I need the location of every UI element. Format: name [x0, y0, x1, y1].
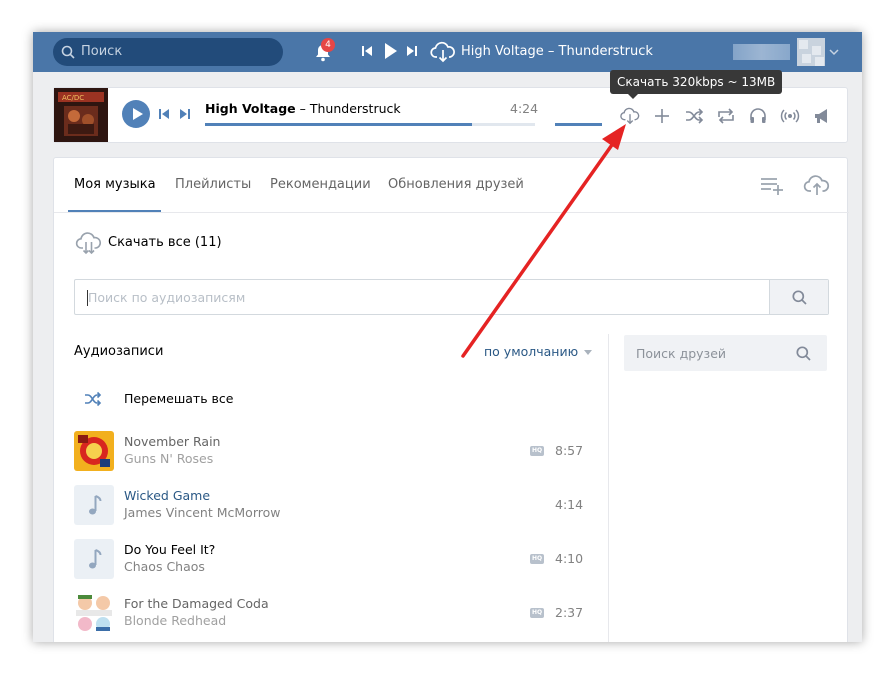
chevron-down-icon	[584, 350, 593, 355]
cloud-download-icon[interactable]	[620, 106, 640, 126]
tab-friends-updates[interactable]: Обновления друзей	[388, 177, 524, 192]
track-row[interactable]: For the Damaged Coda Blonde Redhead HQ 2…	[74, 593, 589, 642]
sort-dropdown[interactable]: по умолчанию	[484, 344, 593, 359]
hq-badge: HQ	[530, 446, 544, 456]
column-divider	[608, 334, 609, 642]
volume-slider[interactable]	[555, 123, 602, 126]
previous-track-icon[interactable]	[159, 108, 170, 120]
cloud-download-icon[interactable]	[430, 41, 456, 63]
track-duration: 8:57	[555, 443, 584, 458]
cloud-upload-icon[interactable]	[803, 174, 831, 196]
music-panel: Моя музыка Плейлисты Рекомендации Обновл…	[53, 157, 849, 642]
track-duration: 2:37	[555, 605, 584, 620]
tab-recommendations[interactable]: Рекомендации	[270, 177, 371, 192]
track-row[interactable]: Wicked Game James Vincent McMorrow 4:14	[74, 485, 589, 535]
track-cover	[74, 431, 114, 471]
player-time: 4:24	[510, 101, 539, 116]
shuffle-icon[interactable]	[84, 391, 102, 407]
track-duration: 4:14	[555, 497, 584, 512]
track-artist[interactable]: Chaos Chaos	[124, 559, 205, 574]
cloud-download-icon[interactable]	[75, 231, 103, 255]
next-track-icon[interactable]	[179, 108, 190, 120]
track-title: Wicked Game	[124, 488, 211, 503]
search-icon	[61, 45, 75, 59]
track-duration: 4:10	[555, 551, 584, 566]
hq-badge: HQ	[530, 554, 544, 564]
play-button[interactable]	[122, 100, 150, 128]
global-search[interactable]: Поиск	[53, 38, 283, 66]
chevron-down-icon[interactable]	[829, 44, 839, 60]
headphones-icon[interactable]	[748, 106, 768, 126]
play-icon[interactable]	[384, 42, 398, 60]
add-playlist-icon[interactable]	[759, 174, 785, 196]
tab-my-music[interactable]: Моя музыка	[74, 177, 156, 192]
vk-music-window: Поиск 4 High Voltage – Thunderstruck AC/…	[33, 32, 862, 642]
track-title: For the Damaged Coda	[124, 596, 269, 611]
previous-icon[interactable]	[361, 44, 373, 58]
shuffle-icon[interactable]	[684, 106, 704, 126]
user-name[interactable]	[733, 44, 790, 60]
download-all-link[interactable]: Скачать все (11)	[108, 235, 222, 250]
track-row[interactable]: Do You Feel It? Chaos Chaos HQ 4:10	[74, 539, 589, 589]
progress-fill	[205, 123, 473, 126]
music-note-icon	[89, 495, 102, 515]
music-note-icon	[89, 549, 102, 569]
music-tabs: Моя музыка Плейлисты Рекомендации Обновл…	[54, 158, 849, 213]
global-search-placeholder: Поиск	[81, 44, 123, 59]
track-title: November Rain	[124, 434, 221, 449]
broadcast-icon[interactable]	[780, 106, 800, 126]
shuffle-all-link[interactable]: Перемешать все	[124, 391, 234, 406]
audio-search-button[interactable]	[769, 280, 828, 314]
track-artist[interactable]: James Vincent McMorrow	[124, 505, 280, 520]
add-icon[interactable]	[652, 106, 672, 126]
player-track-title: High Voltage – Thunderstruck	[205, 101, 401, 116]
track-row[interactable]: November Rain Guns N' Roses HQ 8:57	[74, 431, 589, 481]
album-cover: AC/DC	[54, 88, 108, 142]
search-icon	[792, 290, 807, 305]
audio-list-heading: Аудиозаписи	[74, 344, 164, 359]
download-tooltip: Скачать 320kbps ~ 13MB	[610, 70, 783, 99]
track-cover	[74, 593, 114, 633]
notification-badge: 4	[321, 38, 335, 52]
tab-playlists[interactable]: Плейлисты	[175, 177, 251, 192]
track-title: Do You Feel It?	[124, 542, 216, 557]
hq-badge: HQ	[530, 608, 544, 618]
active-tab-indicator	[68, 210, 161, 212]
header-now-playing[interactable]: High Voltage – Thunderstruck	[461, 44, 653, 59]
megaphone-icon[interactable]	[812, 106, 832, 126]
player-song: Thunderstruck	[309, 101, 401, 116]
audio-player: AC/DC High Voltage – Thunderstruck 4:24	[53, 87, 848, 143]
next-icon[interactable]	[406, 44, 418, 58]
progress-bar[interactable]	[205, 123, 535, 126]
track-artist[interactable]: Blonde Redhead	[124, 613, 226, 628]
player-artist[interactable]: High Voltage	[205, 101, 296, 116]
track-cover	[74, 485, 114, 525]
audio-search-placeholder: Поиск по аудиозаписям	[88, 290, 246, 305]
track-cover	[74, 539, 114, 579]
search-icon[interactable]	[796, 346, 811, 361]
friends-search-field[interactable]: Поиск друзей	[624, 335, 827, 371]
avatar[interactable]	[797, 38, 825, 66]
svg-text:AC/DC: AC/DC	[62, 94, 84, 102]
repeat-icon[interactable]	[716, 106, 736, 126]
friends-search-placeholder: Поиск друзей	[636, 346, 727, 361]
top-header: Поиск 4 High Voltage – Thunderstruck	[33, 32, 862, 72]
audio-search-field[interactable]: Поиск по аудиозаписям	[74, 279, 829, 315]
track-artist[interactable]: Guns N' Roses	[124, 451, 213, 466]
